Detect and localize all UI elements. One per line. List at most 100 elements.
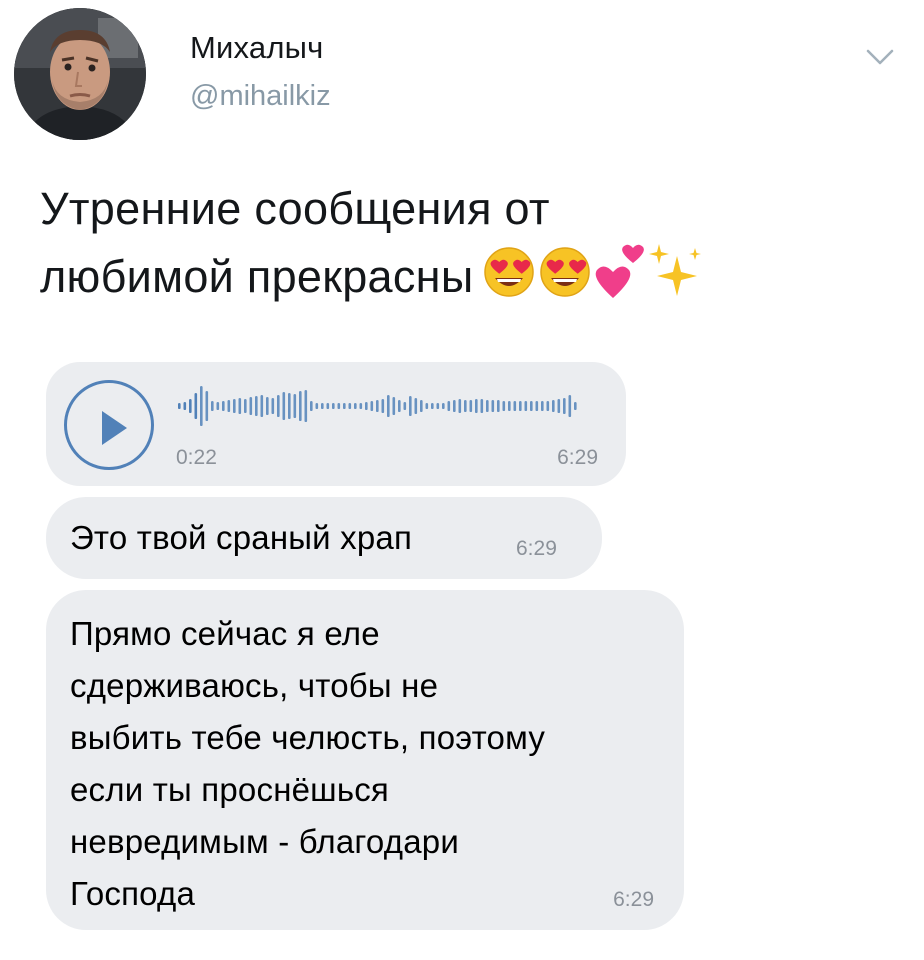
waveform-bar xyxy=(458,399,462,413)
waveform-bar xyxy=(420,400,423,412)
audio-waveform[interactable] xyxy=(176,384,596,428)
waveform-bar xyxy=(524,401,528,411)
waveform-bar xyxy=(227,400,231,412)
message-text-line: Господа xyxy=(70,875,196,912)
waveform-bar xyxy=(475,399,478,413)
waveform-bar xyxy=(183,402,187,410)
waveform-bar xyxy=(486,400,489,412)
waveform-bar xyxy=(480,399,484,413)
voice-elapsed-time: 0:22 xyxy=(176,446,217,469)
waveform-bar xyxy=(513,401,517,411)
waveform-bar xyxy=(359,403,363,409)
waveform-bar xyxy=(464,400,467,412)
waveform-bar xyxy=(436,403,440,409)
waveform-bar xyxy=(189,399,192,413)
waveform-bar xyxy=(178,403,181,409)
message-text-line: сдерживаюсь, чтобы не xyxy=(70,667,439,704)
message-text-line: Прямо сейчас я еле xyxy=(70,615,380,652)
message-text-line: невредимым - благодари xyxy=(70,823,459,860)
waveform-bar xyxy=(304,390,308,422)
waveform-bar xyxy=(568,395,572,417)
waveform-bar xyxy=(398,400,401,412)
waveform-bar xyxy=(249,397,253,415)
waveform-bar xyxy=(546,401,550,411)
waveform-bar xyxy=(519,401,522,411)
waveform-bar xyxy=(288,393,291,419)
play-icon xyxy=(102,411,127,445)
waveform-bar xyxy=(563,398,566,414)
tweet-text: Утренние сообщения от любимой прекрасны xyxy=(40,176,900,320)
waveform-bar xyxy=(557,399,561,413)
avatar[interactable] xyxy=(14,8,146,140)
waveform-bar xyxy=(271,398,275,414)
waveform-bar xyxy=(238,398,242,414)
waveform-bar xyxy=(326,403,330,409)
waveform-bar xyxy=(508,401,511,411)
message-text-line: если ты проснёшься xyxy=(70,771,390,808)
waveform-bar xyxy=(381,399,385,413)
message-text: Прямо сейчас я еле сдерживаюсь, чтобы не… xyxy=(70,608,670,920)
waveform-bar xyxy=(222,401,225,411)
waveform-bar xyxy=(266,397,269,415)
waveform-bar xyxy=(321,403,324,409)
waveform-bar xyxy=(453,400,456,412)
waveform-bar xyxy=(574,402,577,410)
emoji-group xyxy=(483,242,705,320)
waveform-bar xyxy=(497,400,500,412)
waveform-bar xyxy=(233,399,236,413)
waveform-bar xyxy=(216,402,220,410)
waveform-bar xyxy=(343,403,346,409)
heart-eyes-emoji xyxy=(540,247,591,297)
waveform-bar xyxy=(293,394,297,418)
voice-message-bubble[interactable]: 0:22 6:29 xyxy=(46,362,626,486)
message-timestamp: 6:29 xyxy=(613,888,654,911)
two-hearts-emoji xyxy=(596,244,645,298)
waveform-bar xyxy=(332,403,335,409)
waveform-bar xyxy=(447,401,451,411)
waveform-bar xyxy=(409,396,412,416)
message-timestamp: 6:29 xyxy=(557,446,598,469)
waveform-bar xyxy=(282,392,286,420)
author-name[interactable]: Михалыч xyxy=(190,30,323,66)
waveform-bar xyxy=(552,400,555,412)
waveform-bar xyxy=(535,401,539,411)
message-text: Это твой сраный храп xyxy=(70,519,413,556)
waveform-bar xyxy=(387,395,390,417)
waveform-bar xyxy=(244,399,247,413)
waveform-bar xyxy=(502,401,506,411)
author-handle[interactable]: @mihailkiz xyxy=(190,80,331,113)
tweet-text-line: Утренние сообщения от xyxy=(40,183,550,234)
waveform-bar xyxy=(310,401,313,411)
waveform-bar xyxy=(337,403,341,409)
sparkles-emoji xyxy=(649,244,702,296)
waveform-bar xyxy=(541,401,544,411)
message-bubble[interactable]: Прямо сейчас я еле сдерживаюсь, чтобы не… xyxy=(46,590,684,930)
waveform-bar xyxy=(277,395,280,417)
chevron-down-icon[interactable] xyxy=(862,38,898,74)
waveform-bar xyxy=(530,401,533,411)
message-text-line: выбить тебе челюсть, поэтому xyxy=(70,719,546,756)
waveform-bar xyxy=(365,402,368,410)
waveform-bar xyxy=(491,400,495,412)
message-bubble[interactable]: Это твой сраный храп 6:29 xyxy=(46,497,602,579)
waveform-bar xyxy=(211,401,214,411)
waveform-bar xyxy=(431,403,434,409)
waveform-bar xyxy=(348,403,352,409)
waveform-bar xyxy=(376,400,379,412)
heart-eyes-emoji xyxy=(484,247,535,297)
waveform-bar xyxy=(354,403,357,409)
waveform-bar xyxy=(260,395,264,417)
tweet-text-line: любимой прекрасны xyxy=(40,242,900,320)
waveform-bar xyxy=(200,386,203,426)
tweet-screenshot: Михалыч @mihailkiz Утренние сообщения от… xyxy=(0,0,924,960)
waveform-bar xyxy=(442,403,445,409)
message-timestamp: 6:29 xyxy=(516,537,557,560)
play-button[interactable] xyxy=(64,380,154,470)
waveform-bar xyxy=(425,403,429,409)
tweet-text-fragment: любимой прекрасны xyxy=(40,251,474,302)
waveform-bar xyxy=(370,401,374,411)
waveform-bar xyxy=(469,400,473,412)
waveform-bar xyxy=(255,396,258,416)
waveform-bar xyxy=(194,393,198,419)
waveform-bar xyxy=(403,402,407,410)
